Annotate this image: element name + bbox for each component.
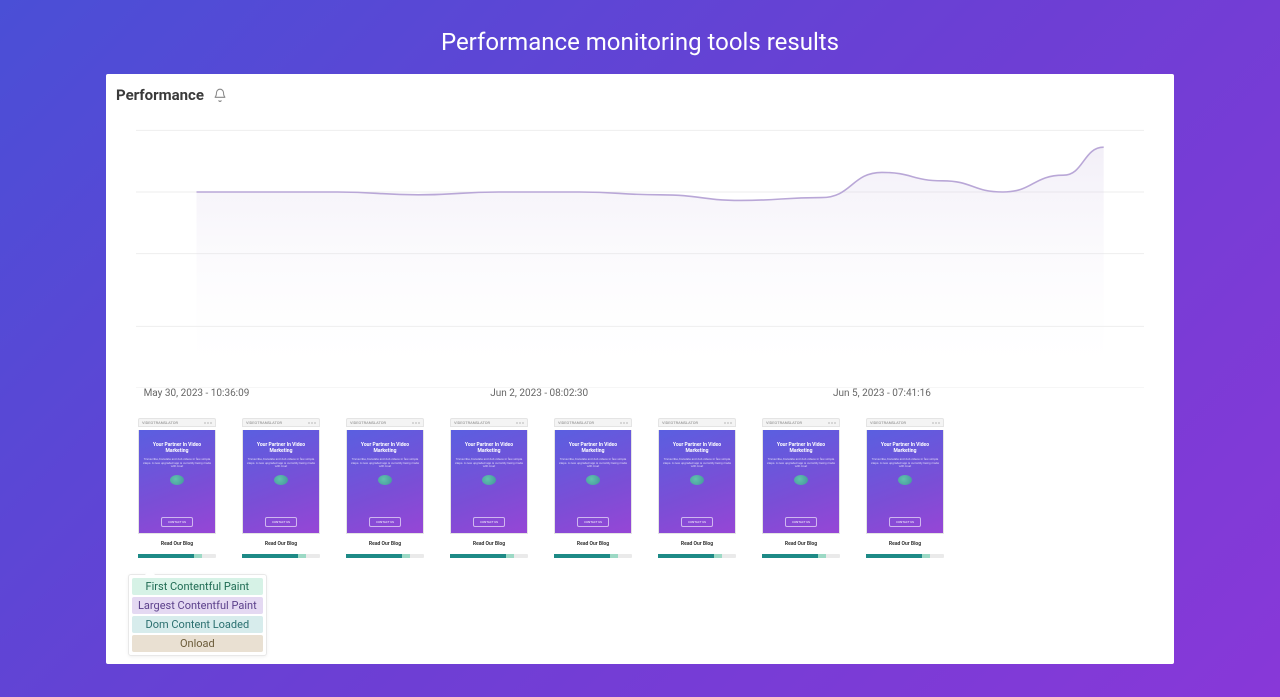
thumb-hero-title: Your Partner In Video Marketing — [559, 442, 627, 454]
thumb-browser-bar: VIDEOTRANSLATOR — [658, 418, 736, 427]
chart-x-axis: May 30, 2023 - 10:36:09 Jun 2, 2023 - 08:… — [136, 388, 1144, 406]
thumb-hero-title: Your Partner In Video Marketing — [455, 442, 523, 454]
thumb-progress-bar — [346, 554, 424, 558]
thumb-hero-title: Your Partner In Video Marketing — [871, 442, 939, 454]
thumb-brand: VIDEOTRANSLATOR — [558, 420, 594, 425]
thumb-brand: VIDEOTRANSLATOR — [662, 420, 698, 425]
legend-dropdown[interactable]: First Contentful Paint Largest Contentful… — [128, 574, 267, 656]
snapshot-thumbnail[interactable]: VIDEOTRANSLATOR Your Partner In Video Mar… — [554, 418, 632, 558]
chart-line — [136, 108, 1144, 388]
thumb-hero-graphic — [690, 475, 704, 485]
dropdown-arrow-icon — [145, 569, 155, 575]
thumb-hero: Your Partner In Video Marketing Transcrib… — [450, 430, 528, 534]
thumb-progress-bar — [762, 554, 840, 558]
thumb-hero-graphic — [586, 475, 600, 485]
thumb-browser-bar: VIDEOTRANSLATOR — [866, 418, 944, 427]
x-tick-label: Jun 2, 2023 - 08:02:30 — [490, 388, 588, 399]
thumb-hero-sub: Transcribe, translate and dub videos in … — [767, 458, 835, 469]
thumb-progress-bar — [554, 554, 632, 558]
thumb-hero-graphic — [170, 475, 184, 485]
thumb-hero-title: Your Partner In Video Marketing — [143, 442, 211, 454]
snapshot-thumbnail[interactable]: VIDEOTRANSLATOR Your Partner In Video Mar… — [242, 418, 320, 558]
thumb-footer: Read Our Blog — [346, 537, 424, 551]
snapshot-thumbnail[interactable]: VIDEOTRANSLATOR Your Partner In Video Mar… — [138, 418, 216, 558]
thumb-hero-graphic — [378, 475, 392, 485]
thumb-hero-title: Your Partner In Video Marketing — [663, 442, 731, 454]
thumb-hero-sub: Transcribe, translate and dub videos in … — [559, 458, 627, 469]
thumb-hero-cta: CONTACT US — [369, 517, 401, 527]
thumb-hero-graphic — [794, 475, 808, 485]
thumb-hero: Your Partner In Video Marketing Transcrib… — [866, 430, 944, 534]
snapshot-thumbnail[interactable]: VIDEOTRANSLATOR Your Partner In Video Mar… — [658, 418, 736, 558]
snapshot-thumbnail[interactable]: VIDEOTRANSLATOR Your Partner In Video Mar… — [762, 418, 840, 558]
thumb-hero: Your Partner In Video Marketing Transcrib… — [762, 430, 840, 534]
bell-icon[interactable] — [212, 87, 228, 103]
x-tick-label: Jun 5, 2023 - 07:41:16 — [833, 388, 931, 399]
performance-chart[interactable] — [136, 108, 1144, 388]
page-title: Performance monitoring tools results — [0, 0, 1280, 74]
thumb-hero-sub: Transcribe, translate and dub videos in … — [143, 458, 211, 469]
thumb-footer: Read Our Blog — [554, 537, 632, 551]
thumb-footer: Read Our Blog — [138, 537, 216, 551]
thumb-hero: Your Partner In Video Marketing Transcrib… — [554, 430, 632, 534]
thumb-brand: VIDEOTRANSLATOR — [766, 420, 802, 425]
thumb-brand: VIDEOTRANSLATOR — [870, 420, 906, 425]
thumb-brand: VIDEOTRANSLATOR — [350, 420, 386, 425]
thumb-brand: VIDEOTRANSLATOR — [246, 420, 282, 425]
performance-panel: Performance May 30, 2023 - 10:36:09 Jun 2… — [106, 74, 1174, 664]
thumb-hero-graphic — [898, 475, 912, 485]
thumb-hero-cta: CONTACT US — [785, 517, 817, 527]
legend-item[interactable]: First Contentful Paint — [132, 578, 263, 595]
thumb-browser-bar: VIDEOTRANSLATOR — [138, 418, 216, 427]
thumb-footer: Read Our Blog — [450, 537, 528, 551]
thumb-hero: Your Partner In Video Marketing Transcrib… — [242, 430, 320, 534]
thumb-hero-sub: Transcribe, translate and dub videos in … — [663, 458, 731, 469]
thumb-progress-bar — [658, 554, 736, 558]
thumb-hero: Your Partner In Video Marketing Transcrib… — [138, 430, 216, 534]
thumb-hero-cta: CONTACT US — [473, 517, 505, 527]
snapshot-thumbnail[interactable]: VIDEOTRANSLATOR Your Partner In Video Mar… — [866, 418, 944, 558]
thumb-brand: VIDEOTRANSLATOR — [142, 420, 178, 425]
thumb-hero-graphic — [274, 475, 288, 485]
x-tick-label: May 30, 2023 - 10:36:09 — [144, 388, 250, 399]
thumb-hero-title: Your Partner In Video Marketing — [247, 442, 315, 454]
thumb-browser-bar: VIDEOTRANSLATOR — [450, 418, 528, 427]
snapshot-thumbnail[interactable]: VIDEOTRANSLATOR Your Partner In Video Mar… — [450, 418, 528, 558]
thumb-progress-bar — [242, 554, 320, 558]
thumb-browser-bar: VIDEOTRANSLATOR — [346, 418, 424, 427]
thumb-hero: Your Partner In Video Marketing Transcrib… — [658, 430, 736, 534]
thumb-progress-bar — [450, 554, 528, 558]
legend-item[interactable]: Onload — [132, 635, 263, 652]
thumb-progress-bar — [866, 554, 944, 558]
snapshot-row: VIDEOTRANSLATOR Your Partner In Video Mar… — [116, 414, 1164, 558]
thumb-hero: Your Partner In Video Marketing Transcrib… — [346, 430, 424, 534]
thumb-footer: Read Our Blog — [866, 537, 944, 551]
thumb-browser-bar: VIDEOTRANSLATOR — [554, 418, 632, 427]
thumb-progress-bar — [138, 554, 216, 558]
thumb-footer: Read Our Blog — [242, 537, 320, 551]
thumb-hero-cta: CONTACT US — [889, 517, 921, 527]
thumb-hero-graphic — [482, 475, 496, 485]
thumb-hero-cta: CONTACT US — [265, 517, 297, 527]
legend-item[interactable]: Dom Content Loaded — [132, 616, 263, 633]
thumb-footer: Read Our Blog — [658, 537, 736, 551]
legend-item[interactable]: Largest Contentful Paint — [132, 597, 263, 614]
thumb-browser-bar: VIDEOTRANSLATOR — [762, 418, 840, 427]
snapshot-thumbnail[interactable]: VIDEOTRANSLATOR Your Partner In Video Mar… — [346, 418, 424, 558]
thumb-hero-title: Your Partner In Video Marketing — [351, 442, 419, 454]
thumb-browser-bar: VIDEOTRANSLATOR — [242, 418, 320, 427]
thumb-hero-sub: Transcribe, translate and dub videos in … — [351, 458, 419, 469]
thumb-hero-sub: Transcribe, translate and dub videos in … — [871, 458, 939, 469]
thumb-hero-sub: Transcribe, translate and dub videos in … — [247, 458, 315, 469]
thumb-hero-cta: CONTACT US — [161, 517, 193, 527]
panel-title: Performance — [116, 86, 204, 104]
thumb-hero-cta: CONTACT US — [577, 517, 609, 527]
thumb-hero-cta: CONTACT US — [681, 517, 713, 527]
thumb-brand: VIDEOTRANSLATOR — [454, 420, 490, 425]
thumb-footer: Read Our Blog — [762, 537, 840, 551]
thumb-hero-title: Your Partner In Video Marketing — [767, 442, 835, 454]
thumb-hero-sub: Transcribe, translate and dub videos in … — [455, 458, 523, 469]
panel-header: Performance — [116, 86, 1164, 104]
